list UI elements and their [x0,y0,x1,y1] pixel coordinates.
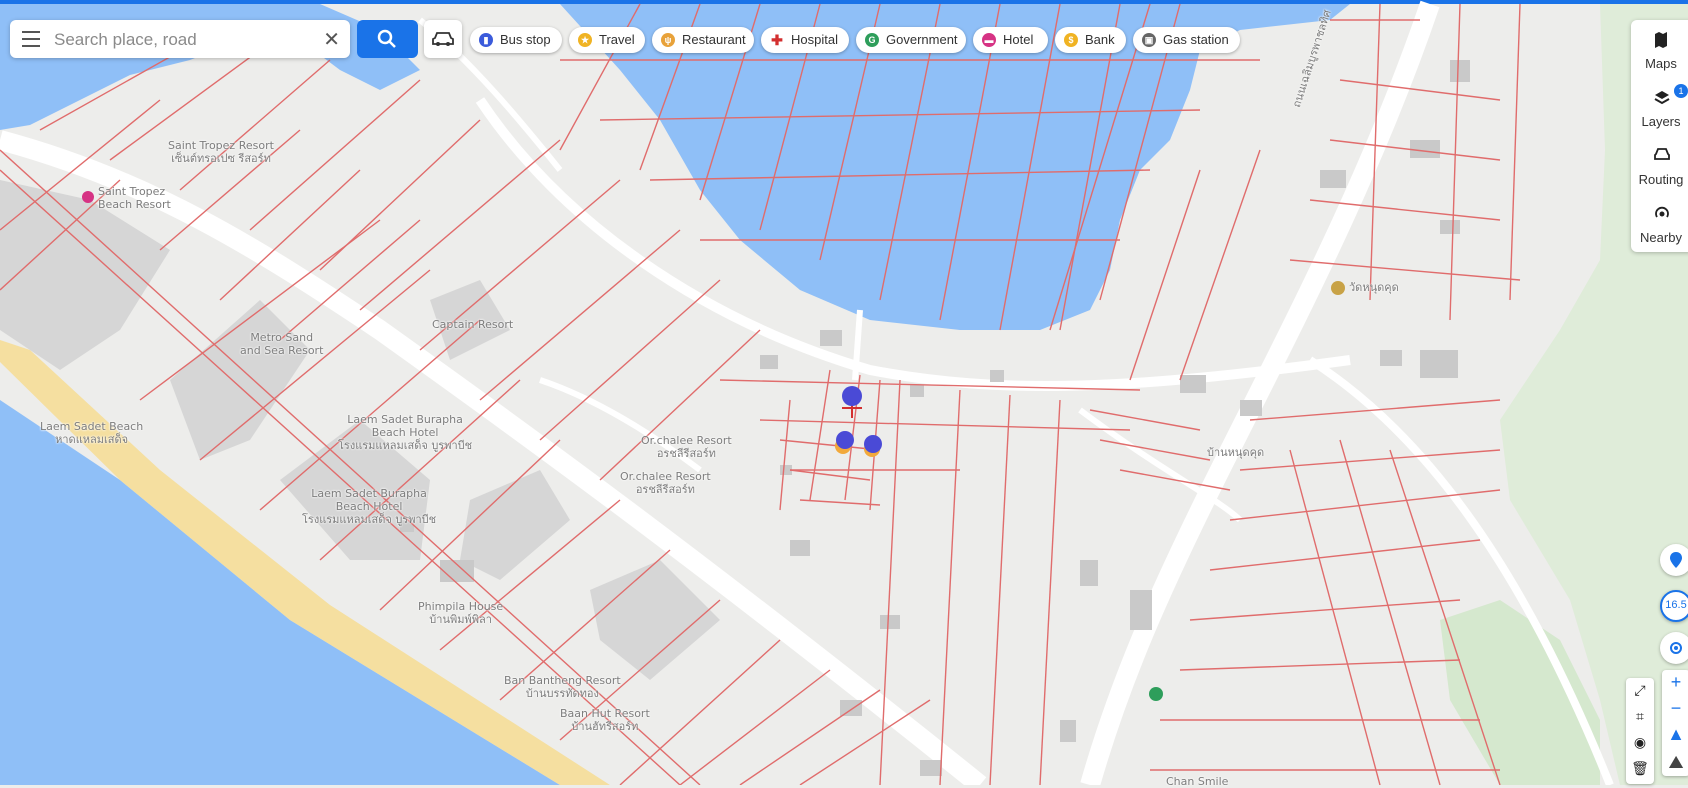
map-label: Chan Smile [1166,775,1229,788]
medical-cross-icon: ✚ [770,32,784,48]
map-label: Laem Sadet Beach หาดแหลมเสด็จ [40,420,144,446]
add-location-button[interactable] [1660,544,1688,576]
government-icon: G [865,33,879,47]
map-label: บ้านหนุดคุด [1207,446,1265,459]
chip-label: Hotel [1003,32,1034,47]
chip-label: Restaurant [682,32,746,47]
compass-button[interactable]: ▲ [1662,722,1688,746]
side-panel-label: Layers [1641,114,1681,129]
routing-button[interactable]: Routing [1631,140,1688,192]
map-canvas[interactable] [0,0,1688,785]
map-label: Baan Hut Resort บ้านฮัทรีสอร์ท [560,707,650,733]
crosshair-icon [1670,642,1682,654]
chip-government[interactable]: G Government [856,27,966,53]
chip-hotel[interactable]: ▬ Hotel [973,27,1048,53]
location-pin-icon [1670,552,1682,568]
directions-button[interactable] [424,20,462,58]
map-label: Laem Sadet Burapha Beach Hotel โรงแรมแหลมเ… [338,413,473,452]
coin-icon: $ [1064,33,1078,47]
map-label: Saint Tropez Resort เซ็นต์ทรอเปซ รีสอร์ท [168,139,274,165]
fork-knife-icon: ψ [661,33,675,47]
polygon-tool-icon[interactable]: ⌗ [1626,704,1654,728]
layers-badge: 1 [1674,84,1688,98]
chip-label: Hospital [791,32,838,47]
side-panel-label: Nearby [1640,230,1682,245]
pin-marker[interactable] [836,431,854,449]
map-label: Captain Resort [432,318,514,331]
map-label: Or.chalee Resort อรชลีรีสอร์ท [620,470,711,496]
search-box: ✕ [10,20,350,58]
trash-icon[interactable]: 🗑 [1626,756,1654,780]
zoom-out-button[interactable]: − [1662,696,1688,720]
map-label: Saint Tropez Beach Resort [98,185,171,211]
map-label: Or.chalee Resort อรชลีรีสอร์ท [641,434,732,460]
zoom-in-button[interactable]: + [1662,670,1688,694]
search-icon [377,29,396,48]
terrain-toggle-button[interactable]: ⛰ [1662,750,1688,774]
search-input[interactable] [52,28,316,52]
side-panel: Maps Layers Routing Nearby 1 [1631,20,1688,252]
chip-hospital[interactable]: ✚ Hospital [761,27,849,53]
layers-icon [1654,91,1670,105]
map-label: Ban Bantheng Resort บ้านบรรทัดทอง [504,674,621,700]
map-icon [1655,32,1667,48]
close-icon[interactable]: ✕ [323,27,340,52]
star-icon: ★ [578,33,592,47]
chip-restaurant[interactable]: ψ Restaurant [652,27,754,53]
pin-tool-icon[interactable]: ◉ [1626,730,1654,754]
chip-label: Government [886,32,958,47]
map-label: Phimpila House บ้านพิมพ์พิลา [418,600,504,626]
side-panel-label: Maps [1645,56,1677,71]
fuel-pump-icon: ▣ [1142,33,1156,47]
chip-label: Travel [599,32,635,47]
zoom-controls: + − ▲ ⛰ [1662,670,1688,776]
pin-marker[interactable] [864,435,882,453]
zoom-level-indicator[interactable]: 16.5 [1660,590,1688,622]
bed-icon: ▬ [982,33,996,47]
map-label: Metro Sand and Sea Resort [240,331,324,357]
map-label: วัดหนุดคุด [1349,281,1399,294]
my-location-button[interactable] [1660,632,1688,664]
drawing-tools: ⤢ ⌗ ◉ 🗑 [1626,678,1654,784]
bus-icon: ▮ [479,33,493,47]
pin-marker[interactable] [842,386,862,406]
green-area-2 [1440,600,1600,785]
resort-block [460,470,570,580]
chip-bank[interactable]: $ Bank [1055,27,1126,53]
maps-button[interactable]: Maps [1631,24,1688,76]
car-icon [1654,148,1670,160]
chip-travel[interactable]: ★ Travel [569,27,645,53]
chip-label: Bus stop [500,32,551,47]
location-markers[interactable] [835,386,882,457]
side-panel-label: Routing [1638,172,1684,187]
measure-line-icon[interactable]: ⤢ [1626,678,1654,702]
temple-poi-icon[interactable] [1331,281,1345,295]
government-poi-icon[interactable] [1149,687,1163,701]
chip-bus-stop[interactable]: ▮ Bus stop [470,27,562,53]
nearby-icon [1655,206,1669,218]
chip-label: Bank [1085,32,1115,47]
car-icon [432,32,454,46]
chip-label: Gas station [1163,32,1229,47]
search-button[interactable] [357,20,418,58]
hotel-poi-icon[interactable] [82,191,94,203]
map-label: Laem Sadet Burapha Beach Hotel โรงแรมแหลมเ… [302,487,437,526]
zoom-level-text: 16.5 [1665,599,1687,611]
menu-icon[interactable] [22,31,40,47]
chip-gas-station[interactable]: ▣ Gas station [1133,27,1240,53]
nearby-button[interactable]: Nearby [1631,198,1688,250]
